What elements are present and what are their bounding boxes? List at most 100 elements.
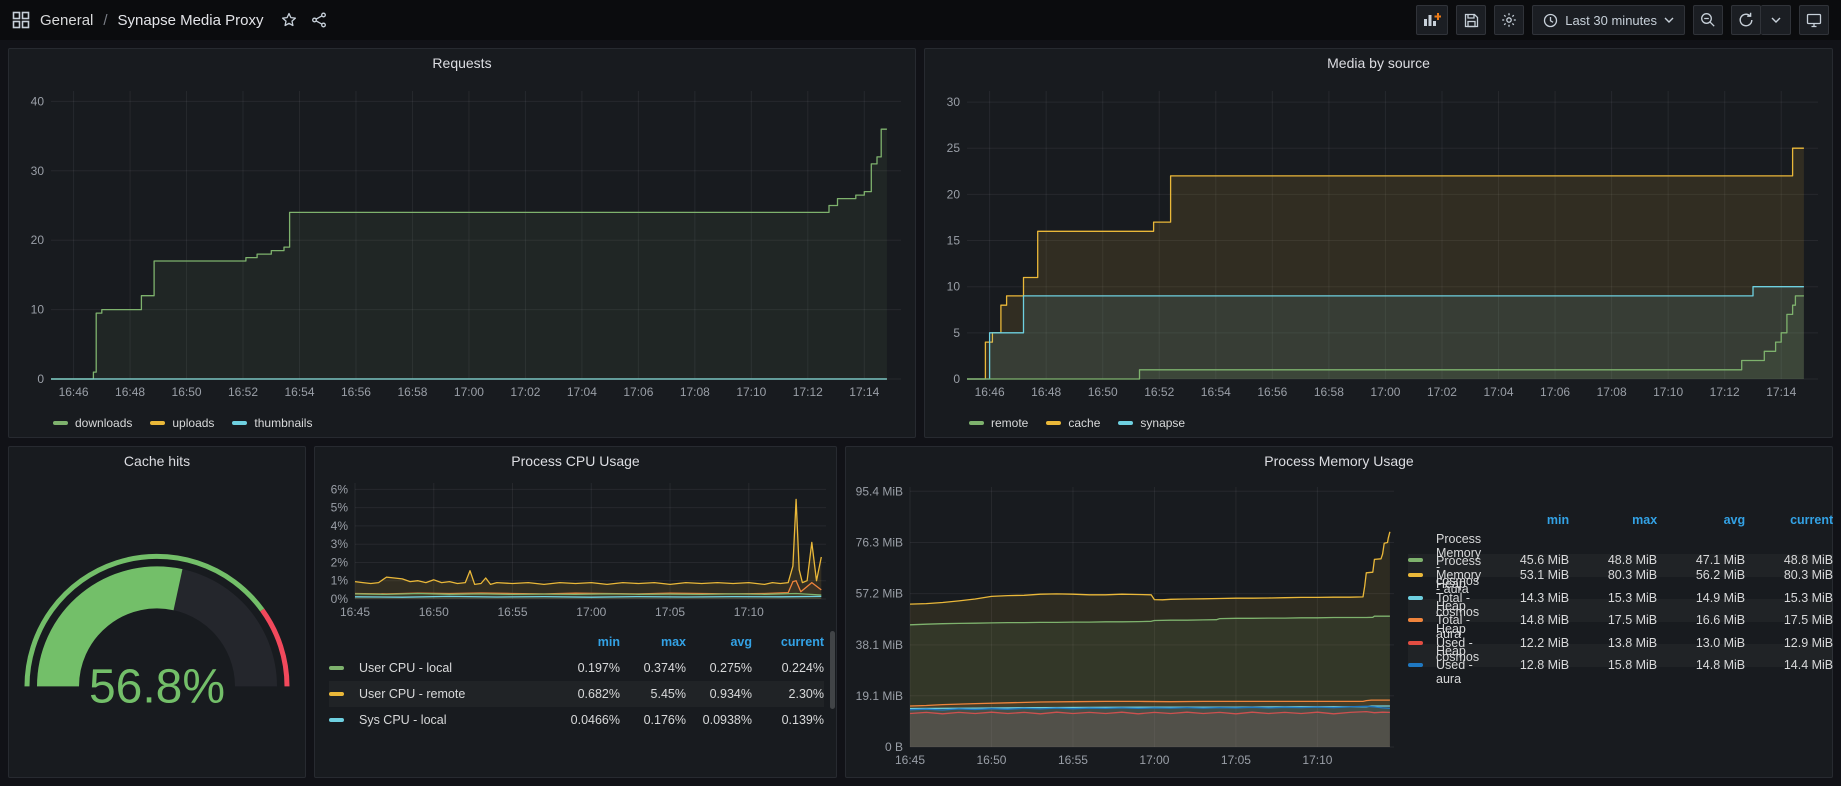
legend-label[interactable]: synapse xyxy=(1140,416,1185,430)
x-axis-label: 17:14 xyxy=(1766,385,1796,399)
legend-label[interactable]: User CPU - local xyxy=(359,661,554,675)
y-axis-label: 10 xyxy=(31,303,45,317)
legend-item-synapse[interactable]: synapse xyxy=(1118,416,1185,430)
legend-dash xyxy=(1408,641,1423,645)
stats-header-row: minmaxavgcurrent xyxy=(1408,509,1833,532)
y-axis-label: 25 xyxy=(947,141,961,155)
panel-title[interactable]: Cache hits xyxy=(9,447,305,475)
share-icon[interactable] xyxy=(311,12,327,28)
dashboards-grid-icon[interactable] xyxy=(12,11,30,29)
stat-value: 14.8 MiB xyxy=(1657,658,1745,672)
time-range-picker[interactable]: Last 30 minutes xyxy=(1532,5,1685,35)
media-by-source-chart[interactable]: 16:4616:4816:5016:5216:5416:5616:5817:00… xyxy=(925,77,1832,409)
legend-label[interactable]: downloads xyxy=(75,416,132,430)
panel-title[interactable]: Requests xyxy=(9,49,915,77)
legend-label[interactable]: User CPU - remote xyxy=(359,687,554,701)
x-axis-label: 16:52 xyxy=(228,385,258,399)
x-axis-label: 17:02 xyxy=(510,385,540,399)
gauge-value-text: 56.8% xyxy=(89,660,225,713)
stat-value: 17.5 MiB xyxy=(1569,613,1657,627)
legend-label[interactable]: Sys CPU - local xyxy=(359,713,554,727)
x-axis-label: 17:10 xyxy=(1653,385,1683,399)
stat-value: 14.3 MiB xyxy=(1481,591,1569,605)
y-axis-label: 40 xyxy=(31,94,45,108)
stat-value: 14.8 MiB xyxy=(1481,613,1569,627)
legend-item-thumbnails[interactable]: thumbnails xyxy=(232,416,312,430)
refresh-button[interactable] xyxy=(1731,5,1761,35)
stats-column-min[interactable]: min xyxy=(1481,513,1569,527)
zoom-out-button[interactable] xyxy=(1693,5,1723,35)
stats-column-current[interactable]: current xyxy=(1745,513,1833,527)
cpu-chart[interactable]: 16:4516:5016:5517:0017:0517:100%1%2%3%4%… xyxy=(315,475,836,625)
x-axis-label: 16:54 xyxy=(284,385,314,399)
legend-label[interactable]: remote xyxy=(991,416,1028,430)
legend-item-cache[interactable]: cache xyxy=(1046,416,1100,430)
x-axis-label: 16:58 xyxy=(397,385,427,399)
y-axis-label: 95.4 MiB xyxy=(856,484,903,498)
y-axis-label: 0% xyxy=(331,592,349,606)
legend-dash xyxy=(1118,421,1133,425)
cpu-legend-table: minmaxavgcurrent User CPU - local0.197%0.… xyxy=(315,625,836,777)
panel-cache-hits: Cache hits 56.8% xyxy=(8,446,306,778)
legend-dash xyxy=(329,718,344,722)
x-axis-label: 17:06 xyxy=(623,385,653,399)
dash-cell xyxy=(329,666,359,670)
y-axis-label: 20 xyxy=(31,233,45,247)
legend-item-downloads[interactable]: downloads xyxy=(53,416,132,430)
x-axis-label: 16:56 xyxy=(1257,385,1287,399)
panel-title[interactable]: Process Memory Usage xyxy=(846,447,1832,475)
stats-column-avg[interactable]: avg xyxy=(1657,513,1745,527)
refresh-interval-dropdown[interactable] xyxy=(1761,5,1791,35)
x-axis-label: 16:50 xyxy=(419,605,449,619)
stats-column-max[interactable]: max xyxy=(620,635,686,649)
memory-chart[interactable]: 16:4516:5016:5517:0017:0517:100 B19.1 Mi… xyxy=(846,475,1402,777)
y-axis-label: 6% xyxy=(331,482,349,496)
dashboard-settings-button[interactable] xyxy=(1494,5,1524,35)
x-axis-label: 16:50 xyxy=(172,385,202,399)
legend-label[interactable]: uploads xyxy=(172,416,214,430)
panel-title[interactable]: Media by source xyxy=(925,49,1832,77)
legend-dash xyxy=(232,421,247,425)
favorite-star-icon[interactable] xyxy=(281,12,297,28)
x-axis-label: 17:14 xyxy=(849,385,879,399)
y-axis-label: 20 xyxy=(947,187,961,201)
y-axis-label: 10 xyxy=(947,280,961,294)
stat-value: 15.8 MiB xyxy=(1569,658,1657,672)
legend-label[interactable]: cache xyxy=(1068,416,1100,430)
x-axis-label: 16:55 xyxy=(498,605,528,619)
dashboard-title[interactable]: Synapse Media Proxy xyxy=(118,12,264,29)
stat-value: 12.2 MiB xyxy=(1481,636,1569,650)
x-axis-label: 16:45 xyxy=(895,753,925,767)
dash-cell xyxy=(1408,558,1436,562)
grafana-dashboard: General / Synapse Media Proxy xyxy=(0,0,1841,786)
stats-column-current[interactable]: current xyxy=(752,635,824,649)
stat-value: 53.1 MiB xyxy=(1481,568,1569,582)
x-axis-label: 17:05 xyxy=(1221,753,1251,767)
panel-title[interactable]: Process CPU Usage xyxy=(315,447,836,475)
x-axis-label: 16:52 xyxy=(1144,385,1174,399)
stats-column-avg[interactable]: avg xyxy=(686,635,752,649)
legend-scrollbar[interactable] xyxy=(830,631,835,709)
y-axis-label: 30 xyxy=(947,95,961,109)
legend-table-row: User CPU - local0.197%0.374%0.275%0.224% xyxy=(329,655,824,681)
requests-chart[interactable]: 16:4616:4816:5016:5216:5416:5616:5817:00… xyxy=(9,77,915,409)
save-dashboard-button[interactable] xyxy=(1456,5,1486,35)
legend-label[interactable]: Heap Used - aura xyxy=(1436,644,1481,686)
y-axis-label: 5 xyxy=(953,326,960,340)
stat-value: 0.0938% xyxy=(686,713,752,727)
y-axis-label: 57.2 MiB xyxy=(856,587,903,601)
legend-item-remote[interactable]: remote xyxy=(969,416,1028,430)
stats-column-max[interactable]: max xyxy=(1569,513,1657,527)
add-panel-button[interactable] xyxy=(1416,5,1448,35)
dash-cell xyxy=(1408,573,1436,577)
legend-label[interactable]: thumbnails xyxy=(254,416,312,430)
stats-column-min[interactable]: min xyxy=(554,635,620,649)
x-axis-label: 17:05 xyxy=(655,605,685,619)
stat-value: 0.682% xyxy=(554,687,620,701)
series-line xyxy=(355,499,821,584)
cycle-view-mode-button[interactable] xyxy=(1799,5,1829,35)
top-navigation-bar: General / Synapse Media Proxy xyxy=(0,0,1841,40)
breadcrumb-folder[interactable]: General xyxy=(40,12,93,29)
chevron-down-icon xyxy=(1664,17,1674,23)
legend-item-uploads[interactable]: uploads xyxy=(150,416,214,430)
